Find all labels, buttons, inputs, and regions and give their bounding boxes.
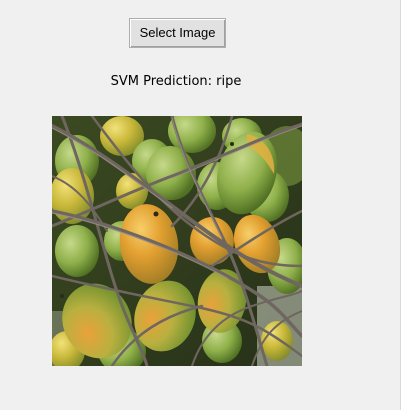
fruit-image-graphic — [52, 116, 302, 366]
fruit-image — [52, 116, 302, 366]
prediction-label: SVM Prediction: ripe — [110, 74, 242, 89]
select-image-button[interactable]: Select Image — [129, 18, 226, 48]
